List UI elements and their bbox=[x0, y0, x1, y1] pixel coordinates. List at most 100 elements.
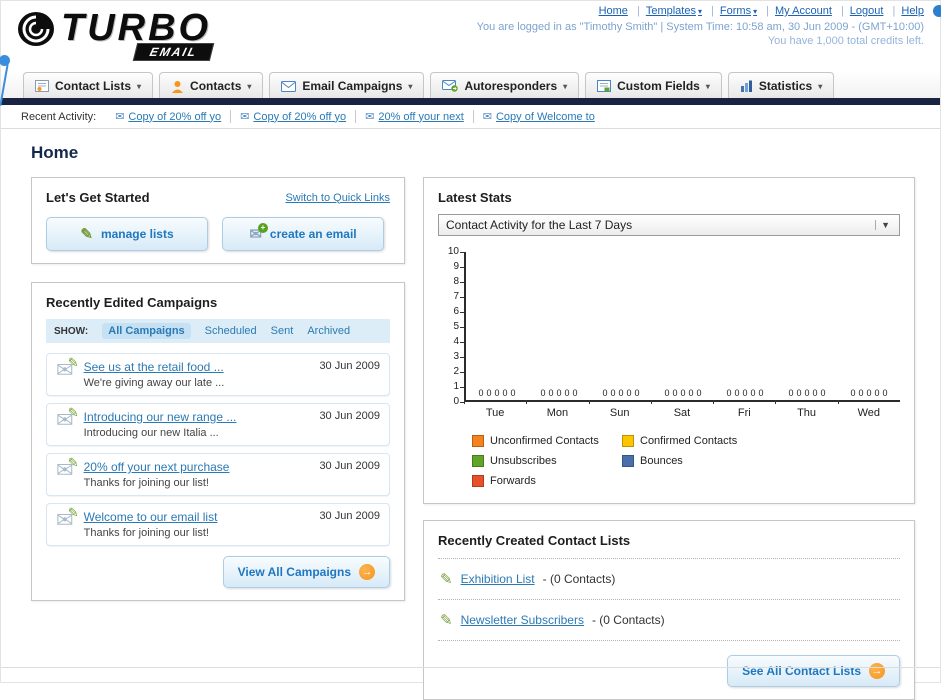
link-templates[interactable]: Templates▾ bbox=[631, 5, 702, 17]
left-column: Let's Get Started Switch to Quick Links … bbox=[31, 177, 405, 601]
chart-x-label: Fri bbox=[713, 400, 775, 419]
recent-activity-item: ✉ 20% off your next bbox=[356, 110, 474, 123]
chart-value-label-group: 00000 bbox=[726, 388, 764, 398]
envelope-icon: ✉ bbox=[240, 111, 250, 123]
legend-label: Unconfirmed Contacts bbox=[490, 435, 599, 447]
tab-contact-lists[interactable]: Contact Lists ▾ bbox=[23, 72, 154, 98]
panel-title: Let's Get Started bbox=[46, 190, 150, 205]
tab-label: Email Campaigns bbox=[302, 79, 403, 93]
campaign-row[interactable]: ✉ ✎ Welcome to our email list Thanks for … bbox=[46, 503, 390, 546]
link-my-account[interactable]: My Account bbox=[760, 5, 832, 17]
legend-swatch bbox=[472, 475, 484, 487]
recent-activity-link[interactable]: Copy of 20% off yo bbox=[128, 111, 221, 123]
chart-x-label: Mon bbox=[526, 400, 588, 419]
link-help[interactable]: Help bbox=[887, 5, 924, 17]
recent-activity-link[interactable]: Copy of 20% off yo bbox=[253, 111, 346, 123]
chart-x-label: Tue bbox=[464, 400, 526, 419]
legend-swatch bbox=[622, 435, 634, 447]
filter-all-campaigns[interactable]: All Campaigns bbox=[102, 323, 191, 339]
decorative-blue-dot bbox=[933, 5, 941, 17]
envelope-icon: ✉ bbox=[115, 111, 125, 123]
campaign-subtitle: Introducing our new Italia ... bbox=[83, 427, 219, 439]
campaign-link[interactable]: Welcome to our email list bbox=[84, 510, 304, 524]
turbo-email-logo[interactable]: TURBO EMAIL bbox=[17, 7, 215, 61]
recent-campaigns-panel: Recently Edited Campaigns SHOW: All Camp… bbox=[31, 282, 405, 601]
chevron-down-icon: ▼ bbox=[875, 220, 895, 230]
legend-swatch bbox=[622, 455, 634, 467]
recent-activity-item: ✉ Copy of 20% off yo bbox=[231, 110, 357, 123]
chart-legend: Unconfirmed Contacts Confirmed Contacts Un… bbox=[472, 435, 900, 487]
campaign-subtitle: Thanks for joining our list! bbox=[83, 527, 209, 539]
custom-fields-icon bbox=[597, 80, 612, 92]
link-logout[interactable]: Logout bbox=[835, 5, 884, 17]
switch-quick-links-link[interactable]: Switch to Quick Links bbox=[285, 192, 390, 204]
contact-activity-select[interactable]: Contact Activity for the Last 7 Days ▼ bbox=[438, 214, 900, 236]
latest-stats-panel: Latest Stats Contact Activity for the La… bbox=[423, 177, 915, 504]
chart-value-label-group: 00000 bbox=[478, 388, 516, 398]
page-title: Home bbox=[31, 143, 79, 162]
dropdown-value: Contact Activity for the Last 7 Days bbox=[446, 218, 633, 232]
legend-label: Confirmed Contacts bbox=[640, 435, 738, 447]
main-content: Home Let's Get Started Switch to Quick L… bbox=[1, 129, 940, 700]
see-all-contact-lists-button[interactable]: See All Contact Lists → bbox=[727, 655, 900, 687]
bar-chart-icon bbox=[740, 80, 753, 92]
logo-subtitle: EMAIL bbox=[132, 43, 215, 61]
campaign-row[interactable]: ✉ ✎ Introducing our new range ... Introdu… bbox=[46, 403, 390, 446]
campaign-link[interactable]: See us at the retail food ... bbox=[84, 360, 304, 374]
tab-autoresponders[interactable]: Autoresponders ▾ bbox=[430, 72, 580, 98]
pencil-icon: ✎ bbox=[440, 612, 453, 629]
campaign-edit-icon: ✉ ✎ bbox=[56, 405, 79, 432]
tab-label: Custom Fields bbox=[617, 79, 700, 93]
contact-list-link[interactable]: Exhibition List bbox=[461, 572, 535, 586]
chevron-down-icon: ▾ bbox=[137, 81, 142, 91]
manage-lists-button[interactable]: ✎ manage lists bbox=[46, 217, 208, 251]
arrow-right-icon: → bbox=[869, 663, 885, 679]
panel-title: Latest Stats bbox=[438, 190, 512, 205]
turbo-swirl-icon bbox=[17, 10, 59, 48]
view-all-campaigns-button[interactable]: View All Campaigns → bbox=[222, 556, 390, 588]
legend-item: Unsubscribes bbox=[472, 455, 622, 467]
envelope-plus-icon: ✉ + bbox=[249, 222, 268, 242]
campaign-row[interactable]: ✉ ✎ See us at the retail food ... We're g… bbox=[46, 353, 390, 396]
show-label: SHOW: bbox=[54, 325, 89, 337]
create-email-button[interactable]: ✉ + create an email bbox=[222, 217, 384, 251]
login-info: You are logged in as "Timothy Smith" | S… bbox=[476, 21, 924, 33]
chevron-down-icon: ▾ bbox=[753, 7, 758, 16]
tab-label: Autoresponders bbox=[464, 79, 558, 93]
filter-sent[interactable]: Sent bbox=[271, 325, 294, 337]
chart-value-label-group: 00000 bbox=[664, 388, 702, 398]
chart-x-label: Wed bbox=[837, 400, 900, 419]
main-nav: Contact Lists ▾ Contacts ▾ Email Campaig… bbox=[1, 71, 940, 105]
chevron-down-icon: ▾ bbox=[563, 81, 568, 91]
envelope-icon: ✉ bbox=[365, 111, 375, 123]
filter-archived[interactable]: Archived bbox=[307, 325, 350, 337]
recent-activity-link[interactable]: 20% off your next bbox=[378, 111, 463, 123]
chart-x-label: Sun bbox=[588, 400, 651, 419]
tab-custom-fields[interactable]: Custom Fields ▾ bbox=[585, 72, 722, 98]
chart-plot: 00000 00000 00000 00000 00000 00000 00000 bbox=[464, 252, 900, 402]
link-home[interactable]: Home bbox=[599, 5, 628, 17]
contact-list: ✎ Exhibition List - (0 Contacts) ✎ Newsl… bbox=[438, 558, 900, 641]
button-label: create an email bbox=[269, 227, 357, 241]
recent-activity-link[interactable]: Copy of Welcome to bbox=[496, 111, 595, 123]
right-column: Latest Stats Contact Activity for the La… bbox=[423, 177, 915, 700]
filter-scheduled[interactable]: Scheduled bbox=[205, 325, 257, 337]
tab-label: Statistics bbox=[758, 79, 813, 93]
tab-contacts[interactable]: Contacts ▾ bbox=[159, 72, 264, 98]
chevron-down-icon: ▾ bbox=[818, 81, 823, 91]
legend-item: Unconfirmed Contacts bbox=[472, 435, 622, 447]
campaign-link[interactable]: 20% off your next purchase bbox=[84, 460, 304, 474]
chart-y-axis: 10 9 8 7 6 5 4 3 2 1 0 bbox=[447, 246, 465, 407]
envelope-icon: ✉ bbox=[482, 111, 492, 123]
link-forms[interactable]: Forms▾ bbox=[705, 5, 757, 17]
campaign-subtitle: Thanks for joining our list! bbox=[83, 477, 209, 489]
contact-list-link[interactable]: Newsletter Subscribers bbox=[461, 613, 584, 627]
campaign-edit-icon: ✉ ✎ bbox=[56, 455, 79, 482]
campaign-subtitle: We're giving away our late ... bbox=[83, 377, 225, 389]
campaign-link[interactable]: Introducing our new range ... bbox=[84, 410, 304, 424]
tab-email-campaigns[interactable]: Email Campaigns ▾ bbox=[269, 72, 425, 98]
credits-info: You have 1,000 total credits left. bbox=[767, 35, 924, 47]
tab-statistics[interactable]: Statistics ▾ bbox=[727, 72, 835, 98]
campaign-row[interactable]: ✉ ✎ 20% off your next purchase Thanks for… bbox=[46, 453, 390, 496]
campaign-filter-bar: SHOW: All Campaigns Scheduled Sent Archi… bbox=[46, 319, 390, 343]
